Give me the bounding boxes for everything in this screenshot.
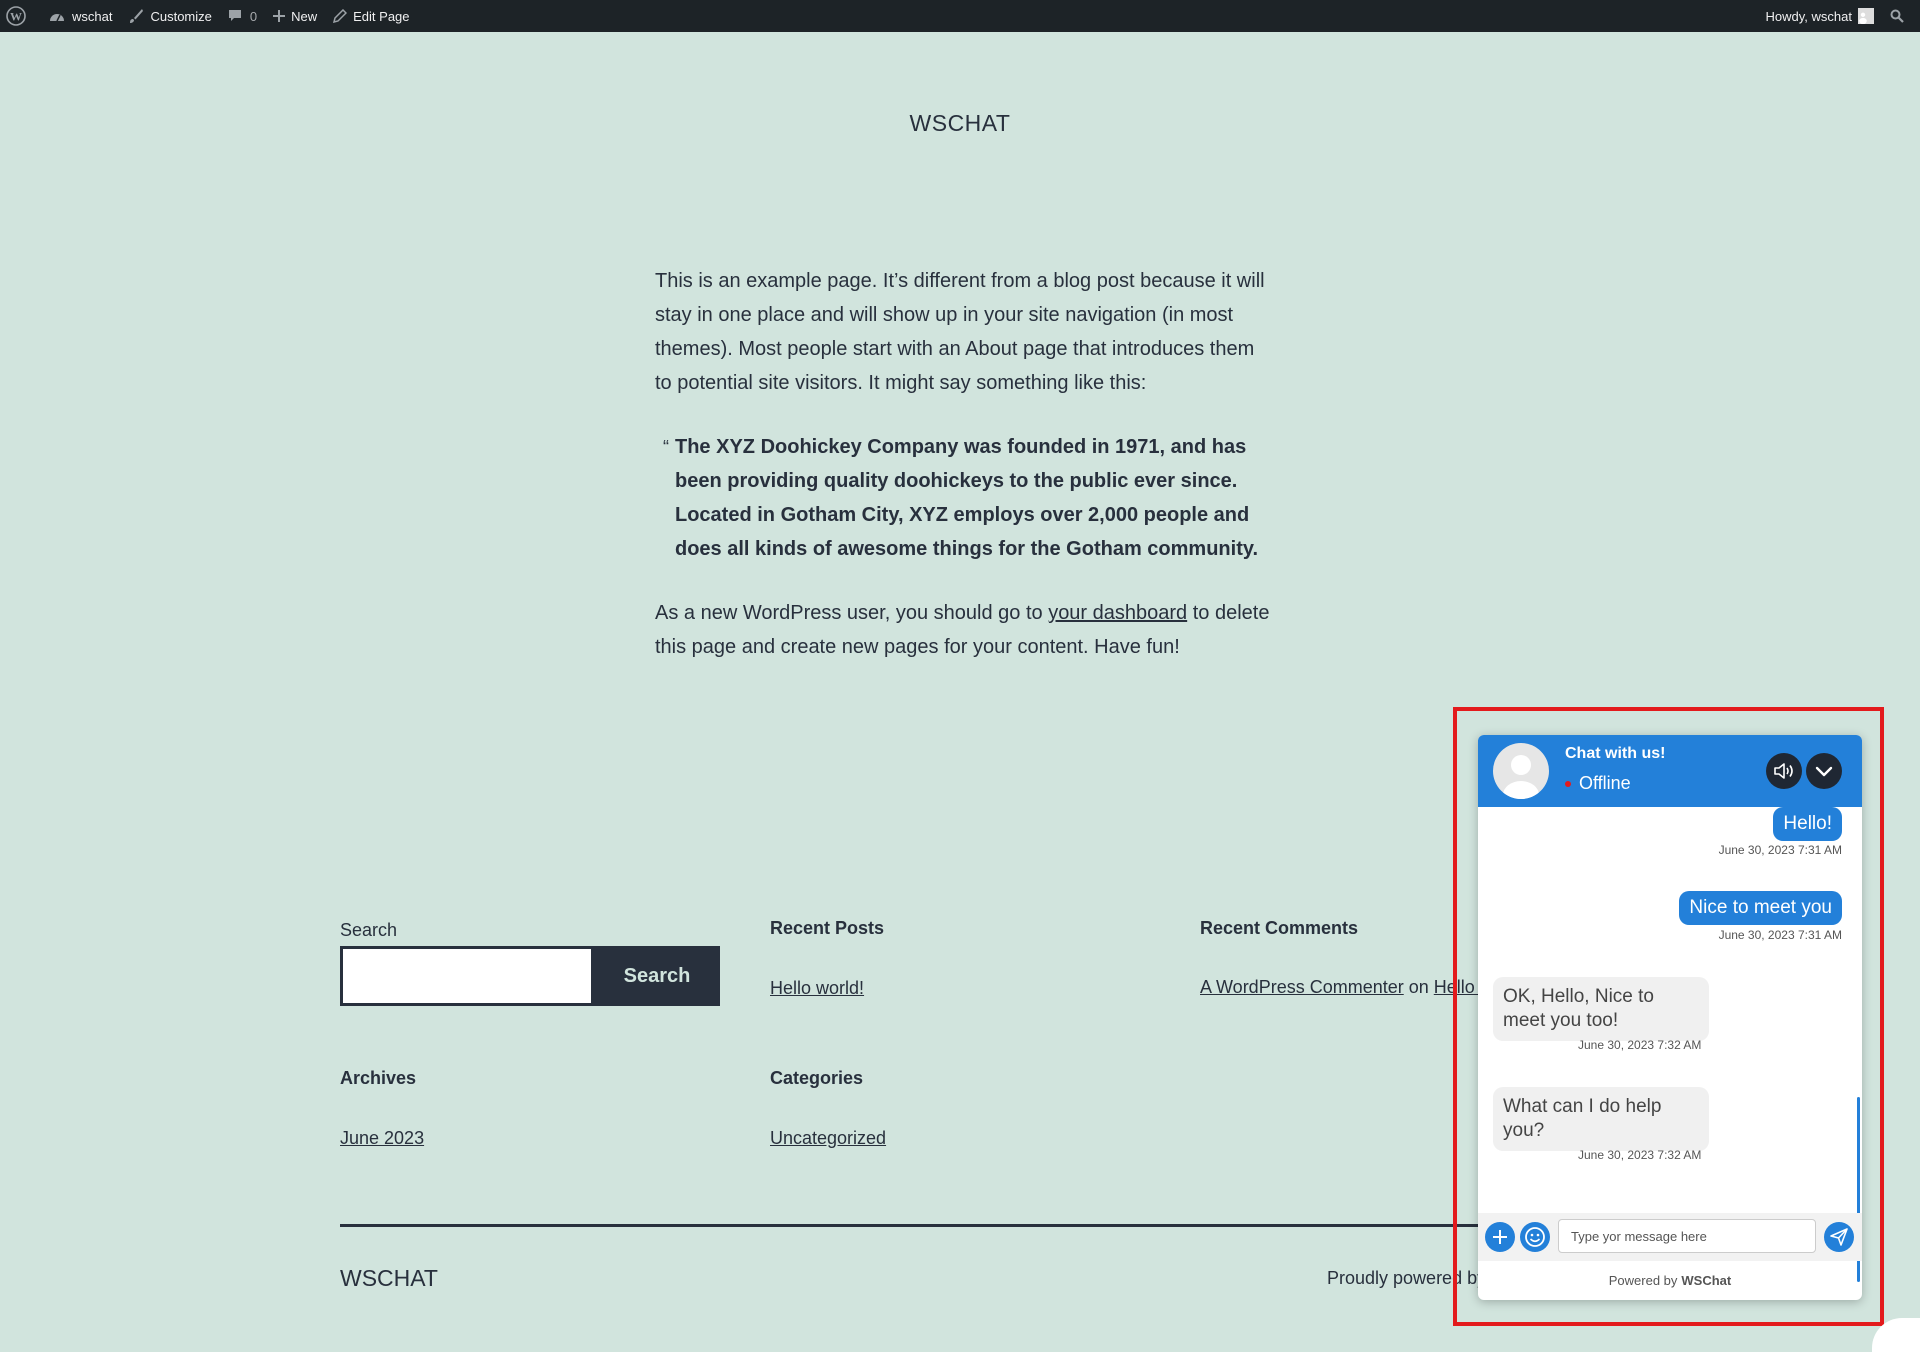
- chat-messages[interactable]: Hello! June 30, 2023 7:31 AM Nice to mee…: [1478, 807, 1862, 1282]
- message-timestamp: June 30, 2023 7:32 AM: [1578, 1038, 1702, 1052]
- attach-button[interactable]: [1485, 1222, 1515, 1252]
- smiley-icon: [1525, 1227, 1545, 1247]
- status-label: Offline: [1579, 773, 1631, 793]
- search-button[interactable]: Search: [594, 946, 720, 1006]
- message-bubble: OK, Hello, Nice to meet you too!: [1493, 977, 1709, 1041]
- message-bubble: What can I do help you?: [1493, 1087, 1709, 1151]
- chat-status: Offline: [1565, 773, 1631, 794]
- wordpress-icon: W: [6, 6, 26, 26]
- svg-text:W: W: [10, 10, 22, 24]
- message-timestamp: June 30, 2023 7:31 AM: [1718, 843, 1842, 857]
- dashboard-link[interactable]: your dashboard: [1048, 602, 1187, 624]
- new-label: New: [291, 8, 318, 24]
- site-name-label: wschat: [72, 8, 113, 24]
- site-title[interactable]: WSCHAT: [0, 110, 1920, 137]
- search-widget-label: Search: [340, 920, 398, 940]
- my-account-menu[interactable]: Howdy, wschat: [1758, 0, 1882, 32]
- status-dot: [1565, 780, 1571, 787]
- new-content-menu[interactable]: New: [265, 0, 325, 32]
- chevron-down-icon: [1815, 766, 1833, 777]
- blockquote: “ The XYZ Doohickey Company was founded …: [655, 430, 1270, 566]
- message-timestamp: June 30, 2023 7:31 AM: [1718, 928, 1842, 942]
- customize-label: Customize: [150, 8, 212, 24]
- footer-divider: [340, 1224, 1620, 1227]
- chat-header[interactable]: Chat with us! Offline: [1478, 735, 1862, 807]
- site-name-menu[interactable]: wschat: [40, 0, 120, 32]
- avatar: [1858, 8, 1874, 24]
- page-content: This is an example page. It’s different …: [655, 264, 1270, 694]
- dashboard-icon: [50, 14, 64, 22]
- send-icon: [1830, 1228, 1848, 1246]
- comment-icon: [228, 10, 241, 21]
- comments-count: 0: [249, 8, 258, 24]
- minimize-chat-button[interactable]: [1806, 753, 1842, 789]
- recent-comments-title: Recent Comments: [1200, 918, 1359, 938]
- sound-toggle-button[interactable]: [1766, 753, 1802, 789]
- message-bubble: Nice to meet you: [1679, 891, 1842, 925]
- archive-link[interactable]: June 2023: [340, 1128, 424, 1149]
- categories-title: Categories: [770, 1068, 864, 1088]
- chat-powered-by: Powered by WSChat: [1478, 1261, 1862, 1300]
- comment-author-link[interactable]: A WordPress Commenter: [1200, 977, 1404, 997]
- quote-text: The XYZ Doohickey Company was founded in…: [675, 436, 1259, 560]
- chat-widget: Chat with us! Offline Hello! June 30, 20…: [1478, 735, 1862, 1300]
- closing-paragraph: As a new WordPress user, you should go t…: [655, 596, 1270, 664]
- chat-input-bar: [1478, 1213, 1862, 1261]
- admin-bar: W wschat Customize 0 New Edit Page Howdy…: [0, 0, 1920, 32]
- emoji-button[interactable]: [1520, 1222, 1550, 1252]
- chat-title: Chat with us!: [1565, 745, 1666, 762]
- powered-by-brand[interactable]: WSChat: [1681, 1273, 1731, 1288]
- plus-circle-icon: [1493, 1230, 1507, 1244]
- brush-icon: [130, 9, 144, 23]
- comments-link[interactable]: 0: [220, 0, 265, 32]
- archives-title: Archives: [340, 1068, 417, 1088]
- howdy-label: Howdy, wschat: [1765, 8, 1852, 24]
- agent-avatar: [1493, 743, 1549, 799]
- comment-on-text: on: [1403, 977, 1434, 997]
- message-timestamp: June 30, 2023 7:32 AM: [1578, 1148, 1702, 1162]
- message-input[interactable]: [1558, 1219, 1816, 1253]
- search-input[interactable]: [340, 946, 594, 1006]
- category-link[interactable]: Uncategorized: [770, 1128, 886, 1149]
- closing-text-before: As a new WordPress user, you should go t…: [655, 602, 1049, 624]
- intro-paragraph: This is an example page. It’s different …: [655, 270, 1265, 394]
- wordpress-logo-menu[interactable]: W: [0, 0, 40, 32]
- recent-post-link[interactable]: Hello world!: [770, 978, 864, 999]
- quote-mark: “: [663, 437, 669, 457]
- send-button[interactable]: [1824, 1222, 1854, 1252]
- edit-page-label: Edit Page: [353, 8, 410, 24]
- plus-icon: [273, 10, 286, 22]
- powered-by-prefix: Powered by: [1608, 1273, 1678, 1288]
- edit-page-link[interactable]: Edit Page: [325, 0, 417, 32]
- pencil-icon: [333, 9, 348, 23]
- footer-site-title[interactable]: WSCHAT: [340, 1265, 438, 1292]
- search-icon: [1890, 9, 1904, 23]
- speaker-icon: [1774, 763, 1793, 779]
- recent-posts-title: Recent Posts: [770, 918, 885, 938]
- message-bubble: Hello!: [1773, 807, 1842, 841]
- admin-search-button[interactable]: [1882, 0, 1920, 32]
- customize-link[interactable]: Customize: [120, 0, 219, 32]
